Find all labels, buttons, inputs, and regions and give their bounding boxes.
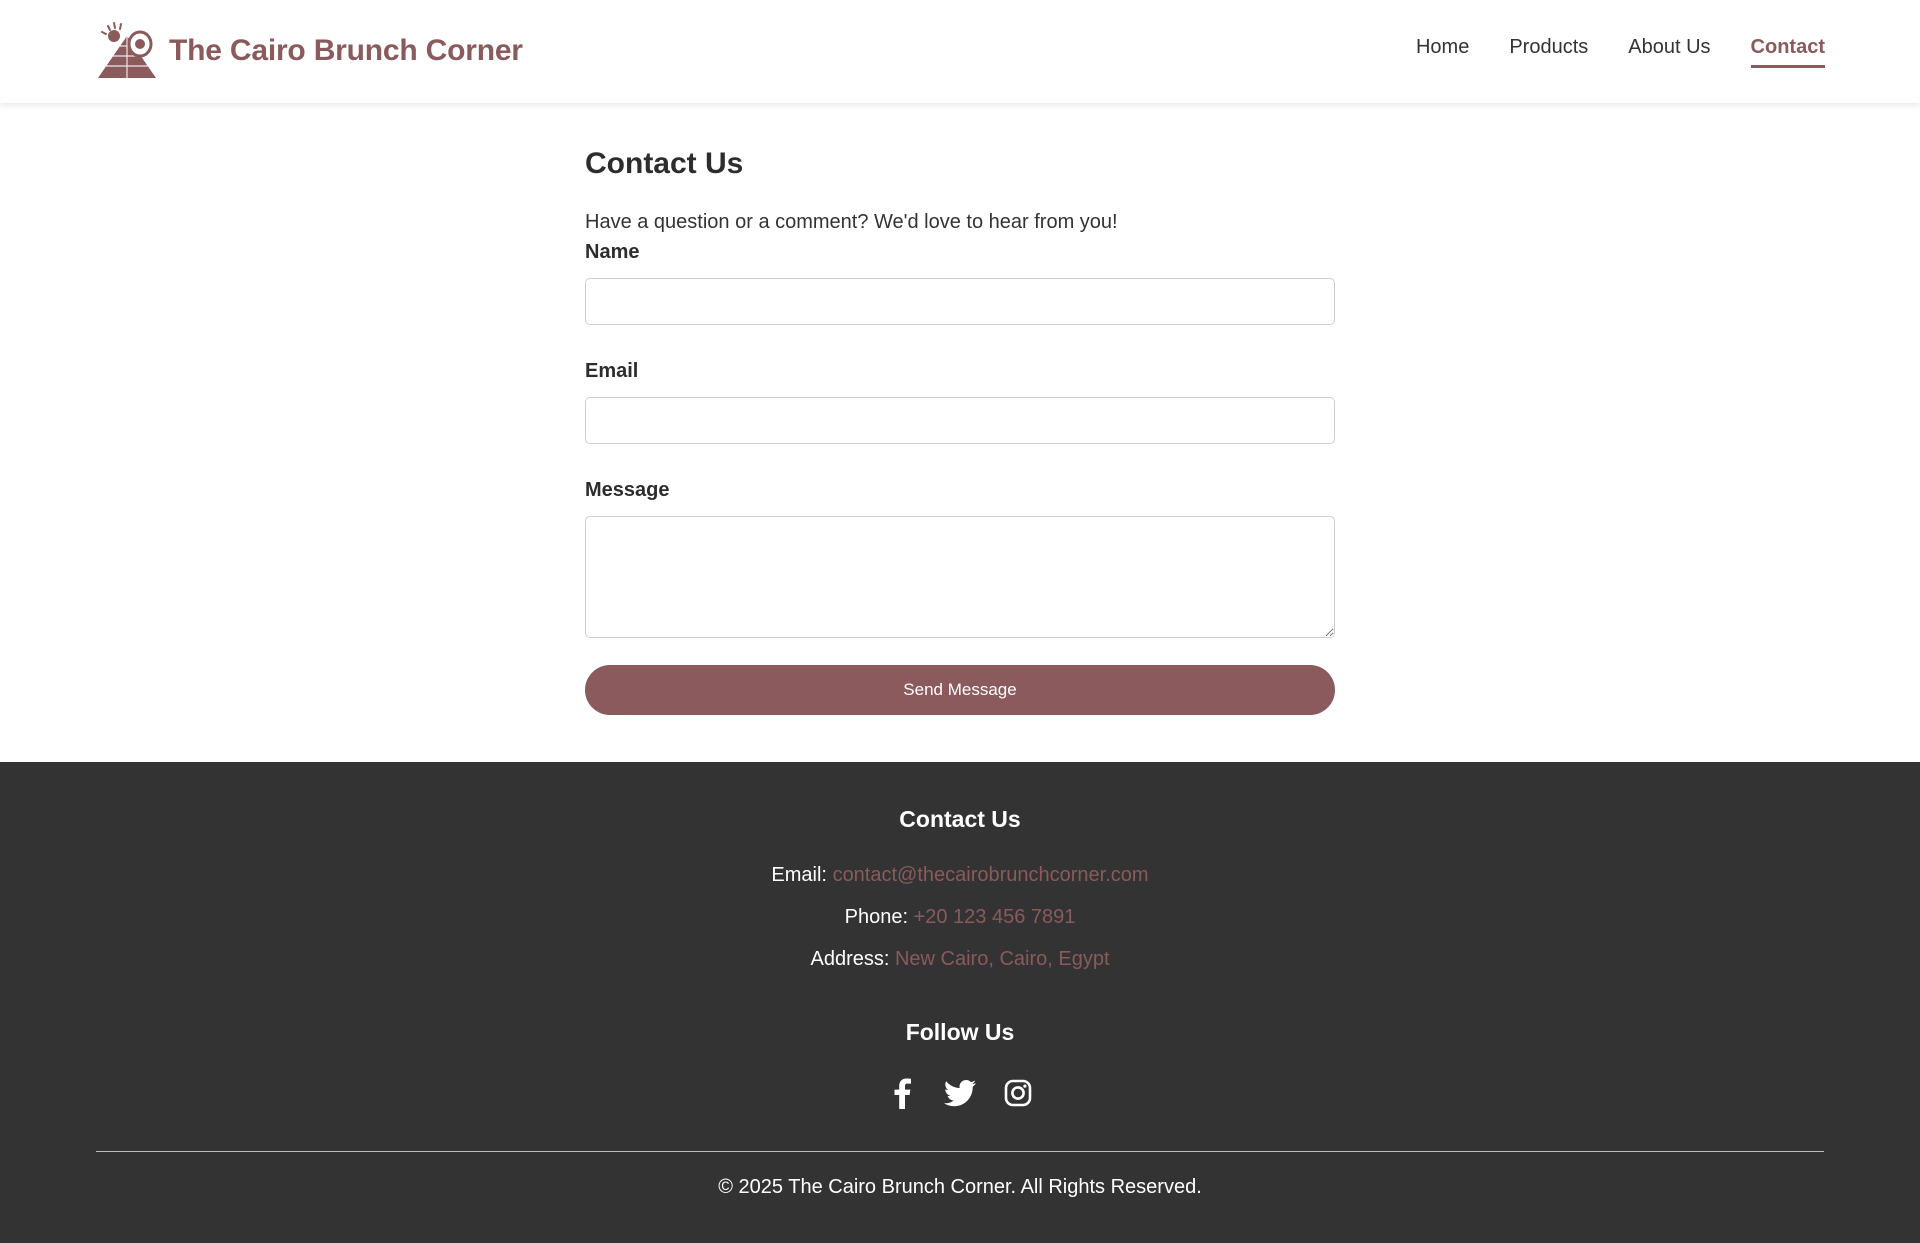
- contact-form: Name Email Message Send Message: [585, 241, 1335, 715]
- email-label-text: Email:: [771, 864, 827, 886]
- site-header: The Cairo Brunch Corner Home Products Ab…: [0, 0, 1920, 103]
- nav-products[interactable]: Products: [1509, 36, 1588, 68]
- address-link[interactable]: New Cairo, Cairo, Egypt: [895, 948, 1110, 970]
- footer-phone-line: Phone: +20 123 456 7891: [0, 906, 1920, 929]
- facebook-icon[interactable]: [885, 1076, 919, 1110]
- email-link[interactable]: contact@thecairobrunchcorner.com: [833, 864, 1149, 886]
- phone-link[interactable]: +20 123 456 7891: [914, 906, 1076, 928]
- pyramid-logo-icon: [98, 22, 156, 78]
- brand-link[interactable]: The Cairo Brunch Corner: [96, 20, 523, 82]
- page-title: Contact Us: [585, 147, 744, 180]
- name-input[interactable]: [585, 278, 1335, 325]
- main-nav: Home Products About Us Contact: [1416, 36, 1825, 68]
- twitter-icon[interactable]: [943, 1076, 977, 1110]
- nav-contact[interactable]: Contact: [1750, 36, 1825, 68]
- copyright-text: © 2025 The Cairo Brunch Corner. All Righ…: [718, 1176, 1202, 1198]
- name-label: Name: [585, 241, 640, 263]
- footer-contact-heading: Contact Us: [899, 806, 1021, 832]
- message-label: Message: [585, 479, 670, 501]
- site-footer: Contact Us Email: contact@thecairobrunch…: [0, 762, 1920, 1243]
- address-label-text: Address:: [810, 948, 890, 970]
- nav-about-us[interactable]: About Us: [1628, 36, 1710, 68]
- brand-name: The Cairo Brunch Corner: [169, 34, 523, 67]
- social-links: [0, 1076, 1920, 1110]
- nav-home[interactable]: Home: [1416, 36, 1469, 68]
- phone-label-text: Phone:: [844, 906, 908, 928]
- footer-email-line: Email: contact@thecairobrunchcorner.com: [0, 864, 1920, 887]
- contact-section: Contact Us Have a question or a comment?…: [585, 103, 1335, 715]
- footer-divider: [96, 1151, 1824, 1152]
- message-textarea[interactable]: [585, 516, 1335, 638]
- instagram-icon[interactable]: [1001, 1076, 1035, 1110]
- email-input[interactable]: [585, 397, 1335, 444]
- footer-address-line: Address: New Cairo, Cairo, Egypt: [0, 948, 1920, 971]
- email-label: Email: [585, 360, 639, 382]
- footer-follow-heading: Follow Us: [905, 1019, 1015, 1045]
- intro-text: Have a question or a comment? We'd love …: [585, 211, 1118, 233]
- send-message-button[interactable]: Send Message: [585, 665, 1335, 715]
